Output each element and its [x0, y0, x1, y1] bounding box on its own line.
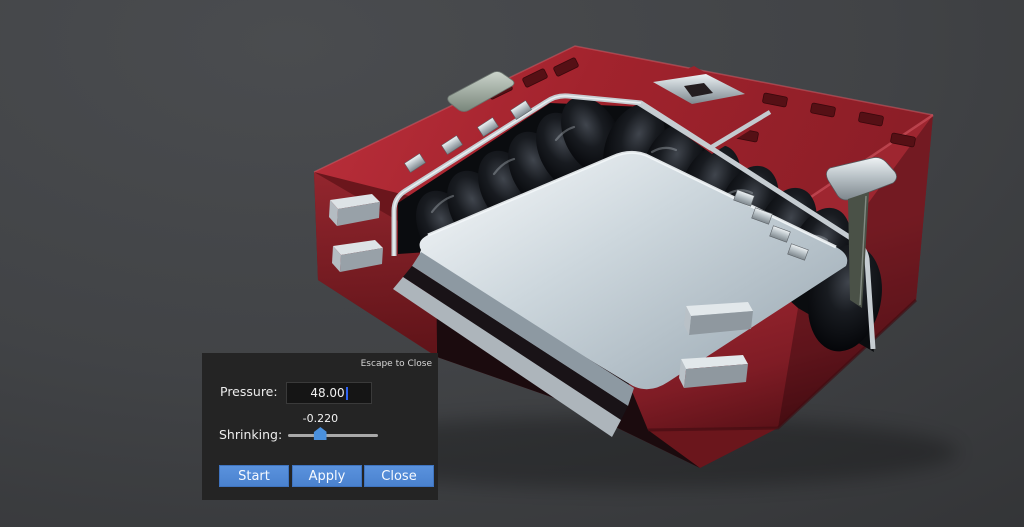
shrinking-slider-value: -0.220 [302, 412, 339, 425]
pressure-label: Pressure: [220, 384, 278, 399]
pressure-input[interactable]: 48.00 [286, 382, 372, 404]
text-caret [345, 386, 348, 400]
apply-button[interactable]: Apply [292, 465, 362, 487]
tool-dialog: Escape to Close Pressure: 48.00 Shrinkin… [202, 353, 438, 500]
shrinking-slider[interactable]: -0.220 [288, 412, 378, 443]
escape-hint: Escape to Close [360, 359, 432, 369]
shrinking-slider-track[interactable] [288, 434, 378, 437]
close-button[interactable]: Close [364, 465, 434, 487]
pressure-value: 48.00 [310, 386, 345, 400]
shrinking-slider-handle[interactable] [313, 427, 327, 440]
3d-viewport[interactable]: Escape to Close Pressure: 48.00 Shrinkin… [0, 0, 1024, 527]
3d-render-canvas[interactable] [0, 0, 1024, 527]
start-button[interactable]: Start [219, 465, 289, 487]
shrinking-label: Shrinking: [219, 427, 283, 442]
